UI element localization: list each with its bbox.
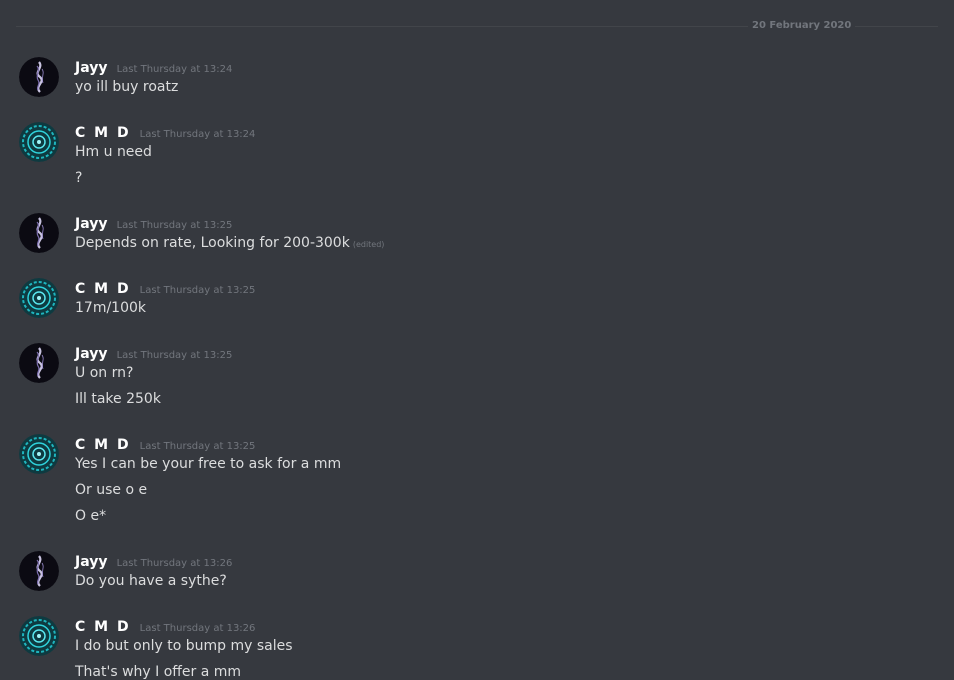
message-timestamp[interactable]: Last Thursday at 13:25 bbox=[140, 285, 256, 296]
date-divider: 20 February 2020 bbox=[0, 19, 954, 33]
message-author[interactable]: Jayy bbox=[75, 554, 107, 570]
cyan-portal-avatar-icon[interactable] bbox=[19, 434, 59, 474]
message-header: C M D Last Thursday at 13:26 bbox=[75, 616, 256, 635]
message-text: Ill take 250k bbox=[75, 391, 161, 407]
message-author[interactable]: C M D bbox=[75, 619, 131, 635]
message-text: U on rn? bbox=[75, 365, 134, 381]
message-text: ? bbox=[75, 170, 83, 186]
message-author[interactable]: C M D bbox=[75, 281, 131, 297]
message-header: Jayy Last Thursday at 13:24 bbox=[75, 57, 233, 76]
message-text: I do but only to bump my sales bbox=[75, 638, 293, 654]
message-timestamp[interactable]: Last Thursday at 13:25 bbox=[140, 441, 256, 452]
cyan-portal-avatar-icon[interactable] bbox=[19, 616, 59, 656]
smoke-avatar-icon[interactable] bbox=[19, 57, 59, 97]
message-header: Jayy Last Thursday at 13:26 bbox=[75, 551, 233, 570]
smoke-avatar-icon[interactable] bbox=[19, 213, 59, 253]
message-text: Depends on rate, Looking for 200-300k bbox=[75, 235, 350, 251]
edited-label[interactable]: (edited) bbox=[353, 240, 385, 249]
message-text: yo ill buy roatz bbox=[75, 79, 179, 95]
message-timestamp[interactable]: Last Thursday at 13:26 bbox=[140, 623, 256, 634]
message-header: C M D Last Thursday at 13:25 bbox=[75, 278, 256, 297]
date-divider-label: 20 February 2020 bbox=[748, 19, 856, 33]
message-text: That's why I offer a mm bbox=[75, 664, 242, 680]
message-text: Yes I can be your free to ask for a mm bbox=[75, 456, 342, 472]
chat-messages-area[interactable]: 20 February 2020 Jayy Last Thursday at 1… bbox=[0, 0, 954, 680]
message-author[interactable]: Jayy bbox=[75, 346, 107, 362]
message-text: Or use o e bbox=[75, 482, 148, 498]
message-text: O e* bbox=[75, 508, 107, 524]
message-header: C M D Last Thursday at 13:24 bbox=[75, 122, 256, 141]
message-timestamp[interactable]: Last Thursday at 13:25 bbox=[117, 220, 233, 231]
message-timestamp[interactable]: Last Thursday at 13:24 bbox=[117, 64, 233, 75]
message-text: Hm u need bbox=[75, 144, 152, 160]
message-header: Jayy Last Thursday at 13:25 bbox=[75, 343, 233, 362]
cyan-portal-avatar-icon[interactable] bbox=[19, 278, 59, 318]
message-author[interactable]: Jayy bbox=[75, 216, 107, 232]
message-text-row: Depends on rate, Looking for 200-300k (ed… bbox=[75, 233, 384, 253]
message-author[interactable]: C M D bbox=[75, 437, 131, 453]
message-header: Jayy Last Thursday at 13:25 bbox=[75, 213, 233, 232]
message-author[interactable]: Jayy bbox=[75, 60, 107, 76]
cyan-portal-avatar-icon[interactable] bbox=[19, 122, 59, 162]
message-timestamp[interactable]: Last Thursday at 13:25 bbox=[117, 350, 233, 361]
message-text: 17m/100k bbox=[75, 300, 146, 316]
message-text: Do you have a sythe? bbox=[75, 573, 227, 589]
message-timestamp[interactable]: Last Thursday at 13:26 bbox=[117, 558, 233, 569]
message-header: C M D Last Thursday at 13:25 bbox=[75, 434, 256, 453]
smoke-avatar-icon[interactable] bbox=[19, 343, 59, 383]
message-author[interactable]: C M D bbox=[75, 125, 131, 141]
smoke-avatar-icon[interactable] bbox=[19, 551, 59, 591]
message-timestamp[interactable]: Last Thursday at 13:24 bbox=[140, 129, 256, 140]
